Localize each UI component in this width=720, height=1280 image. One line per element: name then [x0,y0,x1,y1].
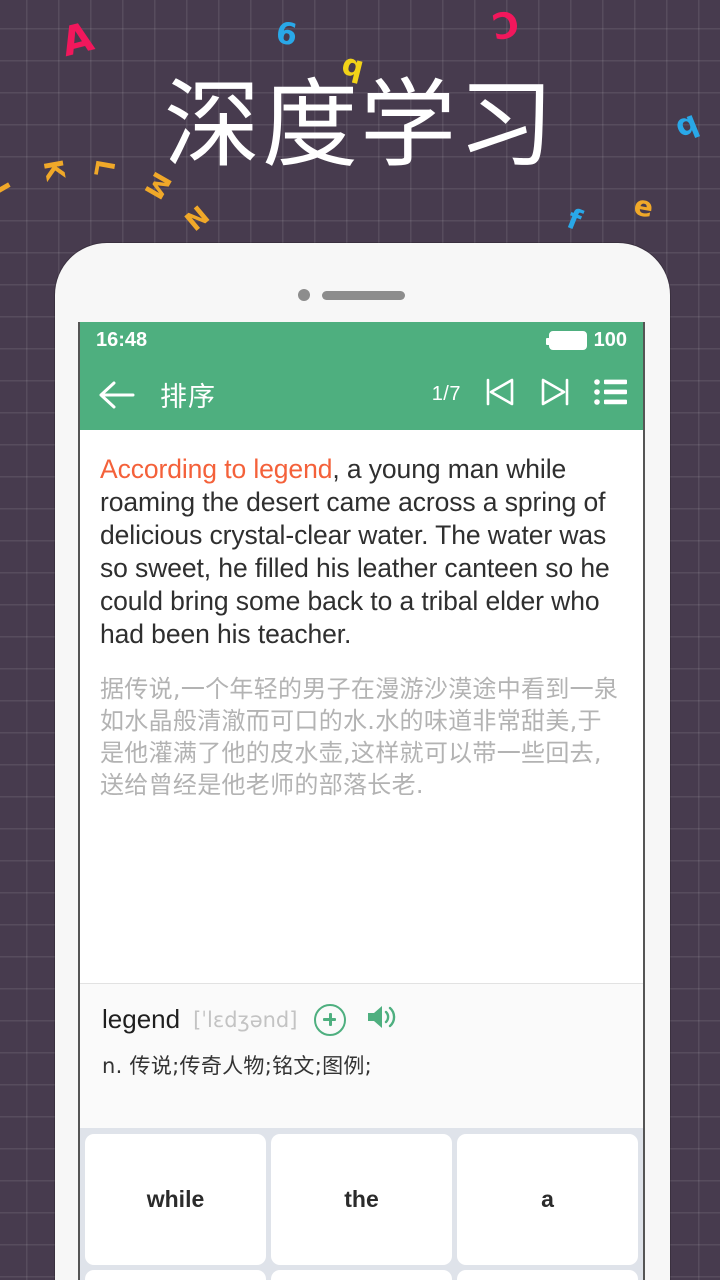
phone-top-bezel [55,243,670,318]
chinese-translation: 据传说,一个年轻的男子在漫游沙漠途中看到一泉如水晶般清澈而可口的水.水的味道非常… [100,675,619,799]
add-to-wordbook-icon[interactable] [314,1003,347,1036]
camera-dot-icon [298,289,310,301]
app-toolbar: 排序 1/7 [80,359,643,430]
word-tile[interactable]: a [457,1134,638,1265]
phone-mockup: 16:48 100 排序 1/7 According to legend, a … [55,243,670,1280]
page-counter: 1/7 [431,383,461,405]
word-tile-grid: whilethea young roaming man [80,1128,643,1280]
english-passage: According to legend, a young man while r… [100,453,624,651]
dictionary-word: legend [102,1004,181,1034]
passage-area[interactable]: According to legend, a young man while r… [80,430,643,983]
sentence-list-icon[interactable] [594,377,627,412]
word-tile[interactable]: while [85,1134,266,1265]
highlighted-phrase[interactable]: According to legend [100,454,332,484]
dictionary-panel: legend [ˈlɛdʒənd] n. 传说;传奇人物;铭文;图例; [80,983,643,1128]
page-title: 深度学习 [164,72,556,179]
decorative-letter: 6 [273,15,300,54]
dictionary-definition: n. 传说;传奇人物;铭文;图例; [102,1054,373,1078]
battery-icon [545,331,587,350]
back-arrow-icon[interactable] [98,379,138,411]
next-sentence-icon[interactable] [538,376,573,413]
battery-level: 100 [593,329,627,351]
status-time: 16:48 [96,329,148,351]
earpiece-speaker-icon [322,291,405,300]
status-bar: 16:48 100 [80,322,643,359]
toolbar-title: 排序 [160,382,216,413]
speaker-icon[interactable] [365,1003,399,1036]
arc-letter: J [0,178,15,202]
dictionary-phonetic: [ˈlɛdʒənd] [193,1007,298,1032]
word-tile[interactable]: roaming [271,1270,452,1280]
phone-screen: 16:48 100 排序 1/7 According to legend, a … [78,322,645,1280]
word-tile[interactable]: young [85,1270,266,1280]
previous-sentence-icon[interactable] [482,376,517,413]
word-tile[interactable]: the [271,1134,452,1265]
word-tile[interactable]: man [457,1270,638,1280]
dictionary-headword-row: legend [ˈlɛdʒənd] [102,1003,623,1036]
